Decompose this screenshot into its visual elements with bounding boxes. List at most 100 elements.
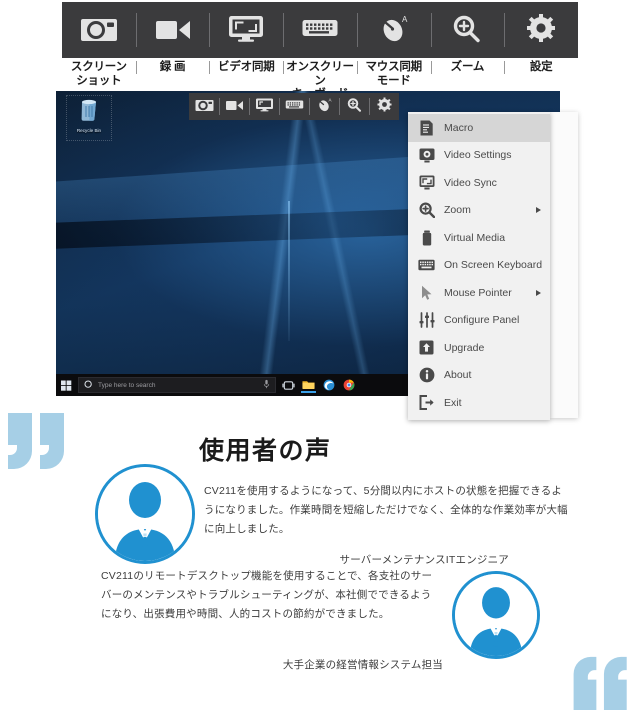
menu-item-label: Mouse Pointer: [444, 286, 512, 299]
toolbar-label-video-sync: ビデオ同期: [209, 60, 283, 90]
menu-item-upgrade[interactable]: Upgrade: [408, 334, 550, 362]
gear-icon: [525, 13, 557, 48]
menu-item-label: Macro: [444, 121, 474, 134]
menu-item-configure-panel[interactable]: Configure Panel: [408, 307, 550, 335]
toolbar-label-settings: 設定: [504, 60, 578, 90]
context-menu-backdrop-panel: [550, 112, 578, 418]
chevron-right-icon: [536, 289, 541, 296]
toolbar-label-line1: スクリーン: [70, 61, 127, 73]
toolbar-label-line1: 録 画: [159, 61, 186, 73]
toolbar-button-screenshot[interactable]: [62, 2, 136, 58]
toolbar-label-line1: ビデオ同期: [218, 61, 275, 73]
wallpaper-beam: [287, 200, 290, 342]
avatar: [95, 464, 195, 564]
chevron-right-icon: [536, 207, 541, 214]
avatar: [452, 571, 540, 659]
menu-item-mouse-pointer[interactable]: Mouse Pointer: [408, 279, 550, 307]
page-title: 使用者の声: [199, 438, 332, 465]
keyboard-icon: [418, 257, 435, 274]
windows-start-icon[interactable]: [60, 379, 73, 392]
microphone-icon[interactable]: [263, 376, 270, 394]
menu-item-video-settings[interactable]: Video Settings: [408, 142, 550, 170]
keyboard-icon: [285, 97, 304, 117]
osd-button-zoom[interactable]: [339, 93, 369, 120]
testimonial-attribution: 大手企業の経営情報システム担当: [282, 659, 443, 671]
video-settings-icon: [418, 147, 435, 164]
menu-item-about[interactable]: About: [408, 362, 550, 390]
menu-item-label: Exit: [444, 396, 462, 409]
menu-item-video-sync[interactable]: Video Sync: [408, 169, 550, 197]
chrome-browser-icon[interactable]: [341, 378, 356, 393]
toolbar-label-line1: 設定: [529, 61, 553, 73]
toolbar-label-line2: モード: [376, 74, 411, 87]
testimonial-attribution: サーバーメンテナンスITエンジニア: [339, 554, 509, 566]
toolbar-label-line1: マウス同期: [365, 61, 422, 73]
menu-item-virtual-media[interactable]: Virtual Media: [408, 224, 550, 252]
context-menu: Macro Video Settings Video Sync Zoom Vir…: [408, 112, 550, 420]
toolbar-button-settings[interactable]: [504, 2, 578, 58]
toolbar-label-on-screen-keyboard: オンスクリーン キーボード: [283, 60, 357, 100]
toolbar-label-mouse-sync-mode: マウス同期 モード: [356, 60, 431, 90]
menu-item-label: Upgrade: [444, 341, 485, 354]
quote-close-icon: [573, 655, 633, 710]
osd-button-on-screen-keyboard[interactable]: [279, 93, 309, 120]
upgrade-icon: [418, 339, 435, 356]
testimonial-body: CV211を使用するようになって、5分間以内にホストの状態を把握できるようになり…: [204, 485, 568, 535]
menu-item-label: About: [444, 369, 472, 382]
recycle-bin-icon: [77, 96, 101, 127]
osd-button-mouse-sync-mode[interactable]: A: [309, 93, 339, 120]
zoom-in-icon: [448, 13, 486, 48]
osd-button-screenshot[interactable]: [189, 93, 219, 120]
toolbar-button-mouse-sync-mode[interactable]: A: [356, 2, 431, 58]
toolbar-label-line2: ショット: [76, 74, 122, 87]
toolbar-label-screenshot: スクリーン ショット: [62, 60, 136, 90]
menu-item-on-screen-keyboard[interactable]: On Screen Keyboard: [408, 252, 550, 280]
zoom-in-icon: [345, 97, 364, 117]
sliders-icon: [418, 312, 435, 329]
desktop-icon-recycle-bin[interactable]: Recycle Bin: [66, 95, 112, 141]
taskbar-search-input[interactable]: Type here to search: [78, 377, 276, 393]
menu-item-exit[interactable]: Exit: [408, 389, 550, 417]
quote-open-icon: [8, 413, 70, 471]
gear-icon: [376, 97, 393, 117]
monitor-sync-icon: [255, 97, 274, 117]
task-view-icon[interactable]: [281, 378, 296, 393]
mouse-sync-icon: A: [315, 97, 334, 117]
edge-browser-icon[interactable]: [321, 378, 336, 393]
monitor-sync-icon: [227, 13, 265, 48]
file-explorer-icon[interactable]: [301, 378, 316, 393]
osd-button-record[interactable]: [219, 93, 249, 120]
menu-item-label: Zoom: [444, 204, 471, 217]
menu-item-label: Virtual Media: [444, 231, 506, 244]
camera-icon: [80, 13, 118, 48]
exit-icon: [418, 394, 435, 411]
svg-text:A: A: [402, 15, 408, 24]
mouse-pointer-icon: [418, 284, 435, 301]
menu-item-label: Configure Panel: [444, 314, 520, 327]
toolbar-label-record: 録 画: [135, 60, 210, 90]
page-root: A スクリーン ショット 録 画 ビデオ同期 オンスクリーン マウス同期 モード…: [0, 0, 640, 711]
toolbar-button-zoom[interactable]: [430, 2, 505, 58]
keyboard-icon: [301, 13, 339, 48]
toolbar-label-line1: オンスクリーン: [286, 61, 354, 87]
user-avatar-icon: [98, 467, 192, 561]
toolbar-button-on-screen-keyboard[interactable]: [283, 2, 357, 58]
video-camera-icon: [225, 97, 244, 117]
svg-text:A: A: [328, 97, 331, 102]
product-toolbar: A: [62, 2, 578, 58]
osd-toolbar: A: [189, 93, 399, 120]
macro-icon: [418, 119, 435, 136]
user-avatar-icon: [455, 574, 537, 656]
osd-button-settings[interactable]: [369, 93, 399, 120]
toolbar-label-line1: ズーム: [450, 61, 485, 73]
toolbar-button-video-sync[interactable]: [209, 2, 283, 58]
menu-item-label: On Screen Keyboard: [444, 259, 543, 272]
video-camera-icon: [154, 13, 192, 48]
camera-icon: [195, 97, 214, 117]
menu-item-zoom[interactable]: Zoom: [408, 197, 550, 225]
toolbar-button-record[interactable]: [135, 2, 210, 58]
mouse-sync-icon: A: [375, 13, 413, 48]
menu-item-macro[interactable]: Macro: [408, 114, 550, 142]
toolbar-label-zoom: ズーム: [430, 60, 505, 90]
osd-button-video-sync[interactable]: [249, 93, 279, 120]
